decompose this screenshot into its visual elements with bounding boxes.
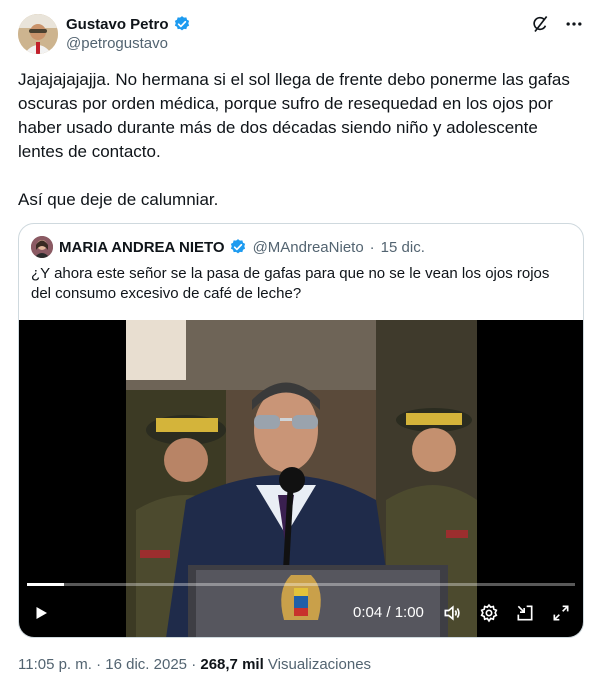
tweet-paragraph: Así que deje de calumniar.	[18, 190, 219, 209]
quote-author-name[interactable]: MARIA ANDREA NIETO	[59, 239, 225, 256]
tweet-footer: 11:05 p. m. · 16 dic. 2025 · 268,7 mil V…	[18, 656, 371, 673]
play-icon[interactable]	[29, 601, 53, 625]
fullscreen-icon[interactable]	[549, 601, 573, 625]
more-icon[interactable]	[564, 14, 584, 34]
video-progress-fill	[27, 583, 64, 586]
views-count: 268,7 mil	[200, 656, 264, 673]
quote-text: ¿Y ahora este señor se la pasa de gafas …	[31, 265, 550, 302]
video-player[interactable]: 0:04 / 1:00	[19, 320, 583, 637]
quote-date[interactable]: 15 dic.	[381, 239, 425, 256]
quote-separator: ·	[369, 238, 375, 256]
video-time: 0:04 / 1:00	[353, 604, 424, 621]
volume-icon[interactable]	[440, 601, 464, 625]
tweet-paragraph: Jajajajajajja. No hermana si el sol lleg…	[18, 70, 570, 161]
grok-icon[interactable]	[530, 14, 550, 34]
tweet-header: Gustavo Petro @petrogustavo	[18, 12, 584, 56]
footer-separator: ·	[96, 656, 102, 673]
tweet-text: Jajajajajajja. No hermana si el sol lleg…	[18, 68, 584, 212]
author-name[interactable]: Gustavo Petro	[66, 16, 169, 33]
views-label: Visualizaciones	[267, 656, 372, 673]
author-avatar[interactable]	[18, 14, 58, 54]
quote-author-avatar[interactable]	[31, 236, 53, 258]
quoted-tweet[interactable]: MARIA ANDREA NIETO @MAndreaNieto · 15 di…	[18, 223, 584, 638]
video-controls: 0:04 / 1:00	[19, 598, 583, 628]
settings-icon[interactable]	[477, 601, 501, 625]
quote-author-handle[interactable]: @MAndreaNieto	[253, 239, 364, 256]
picture-in-picture-icon[interactable]	[513, 601, 537, 625]
verified-badge-icon	[173, 15, 191, 33]
verified-badge-icon	[229, 238, 247, 256]
video-progress-bar[interactable]	[27, 583, 575, 586]
video-frame[interactable]	[126, 320, 477, 637]
author-handle[interactable]: @petrogustavo	[66, 35, 168, 52]
tweet-time[interactable]: 11:05 p. m.	[18, 656, 92, 673]
footer-separator: ·	[191, 656, 197, 673]
tweet-date[interactable]: 16 dic. 2025	[105, 656, 187, 673]
